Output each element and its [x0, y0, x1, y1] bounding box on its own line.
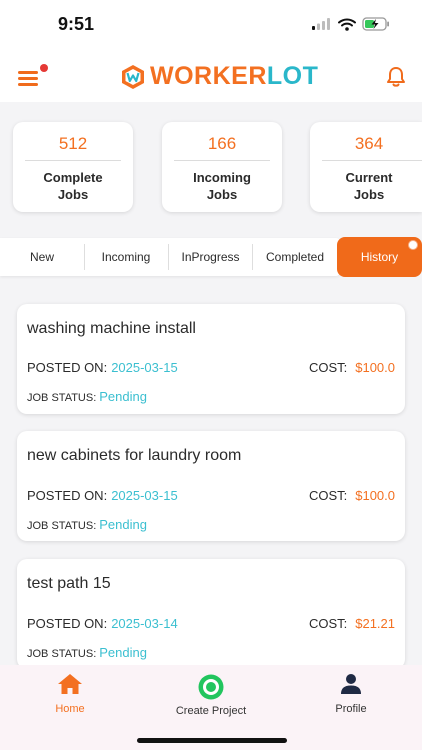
- posted-date: 2025-03-15: [111, 360, 178, 375]
- status-icons: [312, 17, 390, 31]
- stat-divider: [174, 160, 270, 161]
- job-status-value: Pending: [99, 645, 147, 660]
- home-indicator: [137, 738, 287, 743]
- posted-on-row: POSTED ON: 2025-03-14: [27, 616, 178, 631]
- cost-row: COST: $100.0: [309, 360, 395, 375]
- posted-date: 2025-03-14: [111, 616, 178, 631]
- notification-dot: [40, 64, 48, 72]
- stat-card-incoming-jobs[interactable]: 166 Incoming Jobs: [162, 122, 282, 212]
- posted-on-row: POSTED ON: 2025-03-15: [27, 488, 178, 503]
- stat-card-current-jobs[interactable]: 364 Current Jobs: [310, 122, 422, 212]
- job-card[interactable]: new cabinets for laundry room POSTED ON:…: [17, 431, 405, 541]
- cost-value: $100.0: [355, 360, 395, 375]
- job-status-label: JOB STATUS:: [27, 520, 97, 532]
- tab-incoming[interactable]: Incoming: [85, 238, 167, 276]
- nav-home[interactable]: Home: [40, 673, 100, 715]
- profile-icon: [341, 674, 361, 694]
- nav-label: Create Project: [175, 705, 247, 717]
- job-status-value: Pending: [99, 517, 147, 532]
- cost-label: COST:: [308, 488, 348, 503]
- stat-divider: [322, 160, 422, 161]
- tab-completed[interactable]: Completed: [253, 238, 337, 276]
- cost-row: COST: $21.21: [309, 616, 395, 631]
- app-header: WORKERLOT: [0, 52, 422, 102]
- posted-on-label: POSTED ON:: [27, 360, 108, 375]
- stat-card-complete-jobs[interactable]: 512 Complete Jobs: [13, 122, 133, 212]
- posted-date: 2025-03-15: [111, 488, 178, 503]
- logo-text: WORKERLOT: [150, 62, 319, 90]
- posted-on-row: POSTED ON: 2025-03-15: [27, 360, 178, 375]
- bell-icon[interactable]: [386, 66, 406, 88]
- job-title: test path 15: [27, 575, 111, 592]
- tab-badge-dot: [408, 240, 418, 250]
- job-title: new cabinets for laundry room: [27, 447, 242, 464]
- nav-label: Profile: [335, 703, 367, 715]
- home-icon: [58, 674, 82, 694]
- tab-inprogress[interactable]: InProgress: [169, 238, 252, 276]
- nav-create-project[interactable]: Create Project: [160, 673, 262, 717]
- cost-value: $100.0: [355, 488, 395, 503]
- cost-label: COST:: [308, 616, 348, 631]
- job-tabs: New Incoming InProgress Completed Histor…: [0, 237, 422, 278]
- logo-icon: [122, 64, 144, 89]
- stat-divider: [25, 160, 121, 161]
- workerlot-logo: WORKERLOT: [120, 62, 318, 91]
- hamburger-menu-icon[interactable]: [18, 64, 48, 88]
- job-status-row: JOB STATUS: Pending: [27, 389, 147, 404]
- stat-label: Incoming Jobs: [193, 170, 251, 202]
- job-status-row: JOB STATUS: Pending: [27, 645, 147, 660]
- tab-new[interactable]: New: [0, 238, 84, 276]
- battery-charging-icon: [362, 17, 389, 31]
- job-status-row: JOB STATUS: Pending: [27, 517, 147, 532]
- nav-label: Home: [55, 703, 85, 715]
- cellular-signal-icon: [312, 18, 330, 30]
- stat-label: Current Jobs: [345, 170, 393, 202]
- posted-on-label: POSTED ON:: [27, 616, 108, 631]
- status-time: 9:51: [58, 14, 95, 34]
- cost-label: COST:: [308, 360, 348, 375]
- job-card[interactable]: test path 15 POSTED ON: 2025-03-14 COST: $…: [17, 559, 405, 669]
- job-status-value: Pending: [99, 389, 147, 404]
- job-status-label: JOB STATUS:: [27, 392, 97, 404]
- tab-history[interactable]: History: [337, 237, 422, 277]
- stat-value: 364: [354, 134, 384, 153]
- job-status-label: JOB STATUS:: [27, 648, 97, 660]
- nav-profile[interactable]: Profile: [321, 673, 381, 715]
- stat-value: 166: [207, 134, 237, 153]
- job-card[interactable]: washing machine install POSTED ON: 2025-0…: [17, 304, 405, 414]
- cost-value: $21.21: [355, 616, 395, 631]
- status-bar: 9:51: [0, 0, 422, 52]
- create-project-icon: [198, 674, 224, 700]
- stat-label: Complete Jobs: [43, 170, 103, 202]
- cost-row: COST: $100.0: [309, 488, 395, 503]
- wifi-icon: [338, 18, 356, 31]
- stat-value: 512: [58, 134, 88, 153]
- posted-on-label: POSTED ON:: [27, 488, 108, 503]
- job-title: washing machine install: [27, 320, 196, 337]
- tab-history-label: History: [360, 250, 399, 264]
